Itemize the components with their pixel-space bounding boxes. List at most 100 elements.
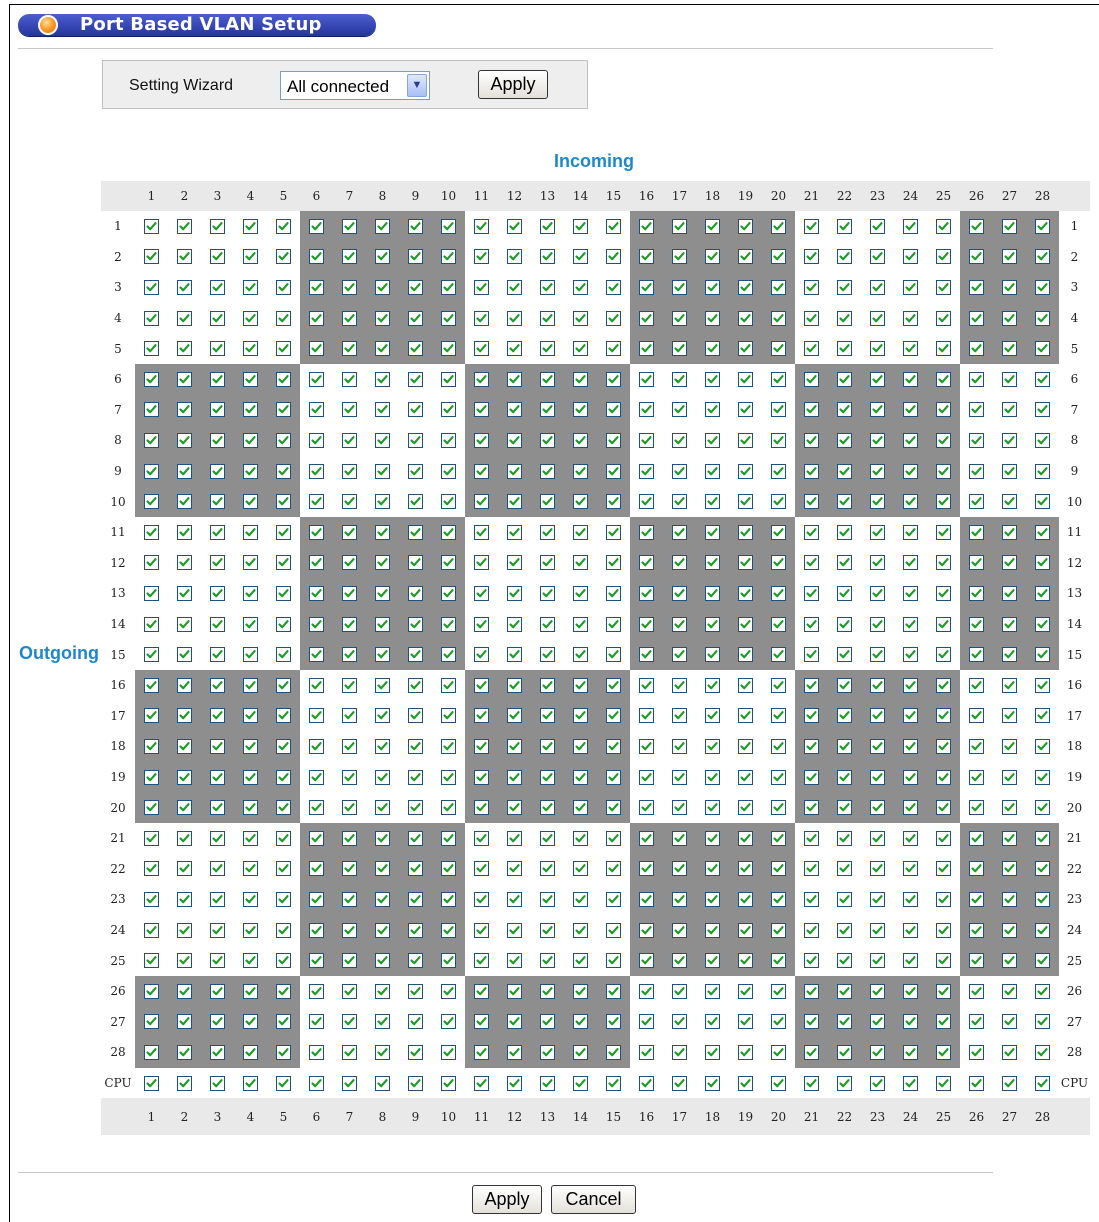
port-checkbox[interactable] bbox=[738, 922, 753, 938]
port-checkbox[interactable] bbox=[441, 708, 456, 724]
port-checkbox[interactable] bbox=[1035, 647, 1050, 663]
port-checkbox[interactable] bbox=[144, 1075, 159, 1091]
port-checkbox[interactable] bbox=[738, 800, 753, 816]
port-checkbox[interactable] bbox=[1035, 800, 1050, 816]
port-checkbox[interactable] bbox=[804, 494, 819, 510]
port-checkbox[interactable] bbox=[309, 708, 324, 724]
port-checkbox[interactable] bbox=[507, 279, 522, 295]
port-checkbox[interactable] bbox=[639, 677, 654, 693]
port-checkbox[interactable] bbox=[771, 830, 786, 846]
port-checkbox[interactable] bbox=[672, 708, 687, 724]
port-checkbox[interactable] bbox=[672, 891, 687, 907]
port-checkbox[interactable] bbox=[870, 830, 885, 846]
port-checkbox[interactable] bbox=[540, 861, 555, 877]
port-checkbox[interactable] bbox=[804, 1044, 819, 1060]
port-checkbox[interactable] bbox=[342, 341, 357, 357]
port-checkbox[interactable] bbox=[441, 1014, 456, 1030]
port-checkbox[interactable] bbox=[936, 402, 951, 418]
port-checkbox[interactable] bbox=[144, 1044, 159, 1060]
port-checkbox[interactable] bbox=[474, 647, 489, 663]
port-checkbox[interactable] bbox=[936, 677, 951, 693]
port-checkbox[interactable] bbox=[177, 432, 192, 448]
port-checkbox[interactable] bbox=[573, 432, 588, 448]
port-checkbox[interactable] bbox=[243, 585, 258, 601]
port-checkbox[interactable] bbox=[672, 983, 687, 999]
port-checkbox[interactable] bbox=[804, 585, 819, 601]
port-checkbox[interactable] bbox=[705, 769, 720, 785]
port-checkbox[interactable] bbox=[672, 1075, 687, 1091]
port-checkbox[interactable] bbox=[243, 922, 258, 938]
port-checkbox[interactable] bbox=[969, 922, 984, 938]
port-checkbox[interactable] bbox=[177, 1075, 192, 1091]
port-checkbox[interactable] bbox=[540, 616, 555, 632]
port-checkbox[interactable] bbox=[639, 708, 654, 724]
port-checkbox[interactable] bbox=[639, 953, 654, 969]
port-checkbox[interactable] bbox=[276, 861, 291, 877]
port-checkbox[interactable] bbox=[540, 218, 555, 234]
port-checkbox[interactable] bbox=[969, 494, 984, 510]
port-checkbox[interactable] bbox=[804, 830, 819, 846]
port-checkbox[interactable] bbox=[177, 585, 192, 601]
port-checkbox[interactable] bbox=[441, 647, 456, 663]
port-checkbox[interactable] bbox=[177, 800, 192, 816]
port-checkbox[interactable] bbox=[144, 891, 159, 907]
port-checkbox[interactable] bbox=[870, 953, 885, 969]
port-checkbox[interactable] bbox=[144, 524, 159, 540]
port-checkbox[interactable] bbox=[837, 953, 852, 969]
port-checkbox[interactable] bbox=[969, 249, 984, 265]
port-checkbox[interactable] bbox=[771, 341, 786, 357]
port-checkbox[interactable] bbox=[276, 616, 291, 632]
port-checkbox[interactable] bbox=[144, 1014, 159, 1030]
port-checkbox[interactable] bbox=[177, 341, 192, 357]
port-checkbox[interactable] bbox=[408, 494, 423, 510]
port-checkbox[interactable] bbox=[375, 555, 390, 571]
port-checkbox[interactable] bbox=[210, 616, 225, 632]
port-checkbox[interactable] bbox=[804, 279, 819, 295]
port-checkbox[interactable] bbox=[342, 830, 357, 846]
port-checkbox[interactable] bbox=[408, 983, 423, 999]
port-checkbox[interactable] bbox=[870, 1075, 885, 1091]
port-checkbox[interactable] bbox=[672, 1044, 687, 1060]
port-checkbox[interactable] bbox=[474, 555, 489, 571]
port-checkbox[interactable] bbox=[210, 218, 225, 234]
port-checkbox[interactable] bbox=[342, 585, 357, 601]
port-checkbox[interactable] bbox=[342, 800, 357, 816]
port-checkbox[interactable] bbox=[243, 494, 258, 510]
port-checkbox[interactable] bbox=[210, 371, 225, 387]
port-checkbox[interactable] bbox=[870, 585, 885, 601]
port-checkbox[interactable] bbox=[870, 800, 885, 816]
port-checkbox[interactable] bbox=[507, 708, 522, 724]
port-checkbox[interactable] bbox=[540, 769, 555, 785]
port-checkbox[interactable] bbox=[705, 310, 720, 326]
port-checkbox[interactable] bbox=[870, 1014, 885, 1030]
port-checkbox[interactable] bbox=[474, 1044, 489, 1060]
port-checkbox[interactable] bbox=[606, 249, 621, 265]
port-checkbox[interactable] bbox=[903, 677, 918, 693]
port-checkbox[interactable] bbox=[738, 647, 753, 663]
port-checkbox[interactable] bbox=[804, 1075, 819, 1091]
port-checkbox[interactable] bbox=[540, 891, 555, 907]
port-checkbox[interactable] bbox=[507, 861, 522, 877]
port-checkbox[interactable] bbox=[936, 310, 951, 326]
port-checkbox[interactable] bbox=[309, 738, 324, 754]
port-checkbox[interactable] bbox=[606, 708, 621, 724]
port-checkbox[interactable] bbox=[342, 983, 357, 999]
port-checkbox[interactable] bbox=[276, 1075, 291, 1091]
port-checkbox[interactable] bbox=[672, 555, 687, 571]
port-checkbox[interactable] bbox=[672, 861, 687, 877]
port-checkbox[interactable] bbox=[408, 1014, 423, 1030]
port-checkbox[interactable] bbox=[606, 769, 621, 785]
port-checkbox[interactable] bbox=[474, 738, 489, 754]
port-checkbox[interactable] bbox=[540, 249, 555, 265]
port-checkbox[interactable] bbox=[903, 371, 918, 387]
port-checkbox[interactable] bbox=[705, 341, 720, 357]
port-checkbox[interactable] bbox=[507, 463, 522, 479]
port-checkbox[interactable] bbox=[408, 922, 423, 938]
port-checkbox[interactable] bbox=[441, 341, 456, 357]
port-checkbox[interactable] bbox=[441, 524, 456, 540]
port-checkbox[interactable] bbox=[342, 677, 357, 693]
port-checkbox[interactable] bbox=[507, 310, 522, 326]
port-checkbox[interactable] bbox=[738, 371, 753, 387]
port-checkbox[interactable] bbox=[408, 218, 423, 234]
port-checkbox[interactable] bbox=[672, 800, 687, 816]
